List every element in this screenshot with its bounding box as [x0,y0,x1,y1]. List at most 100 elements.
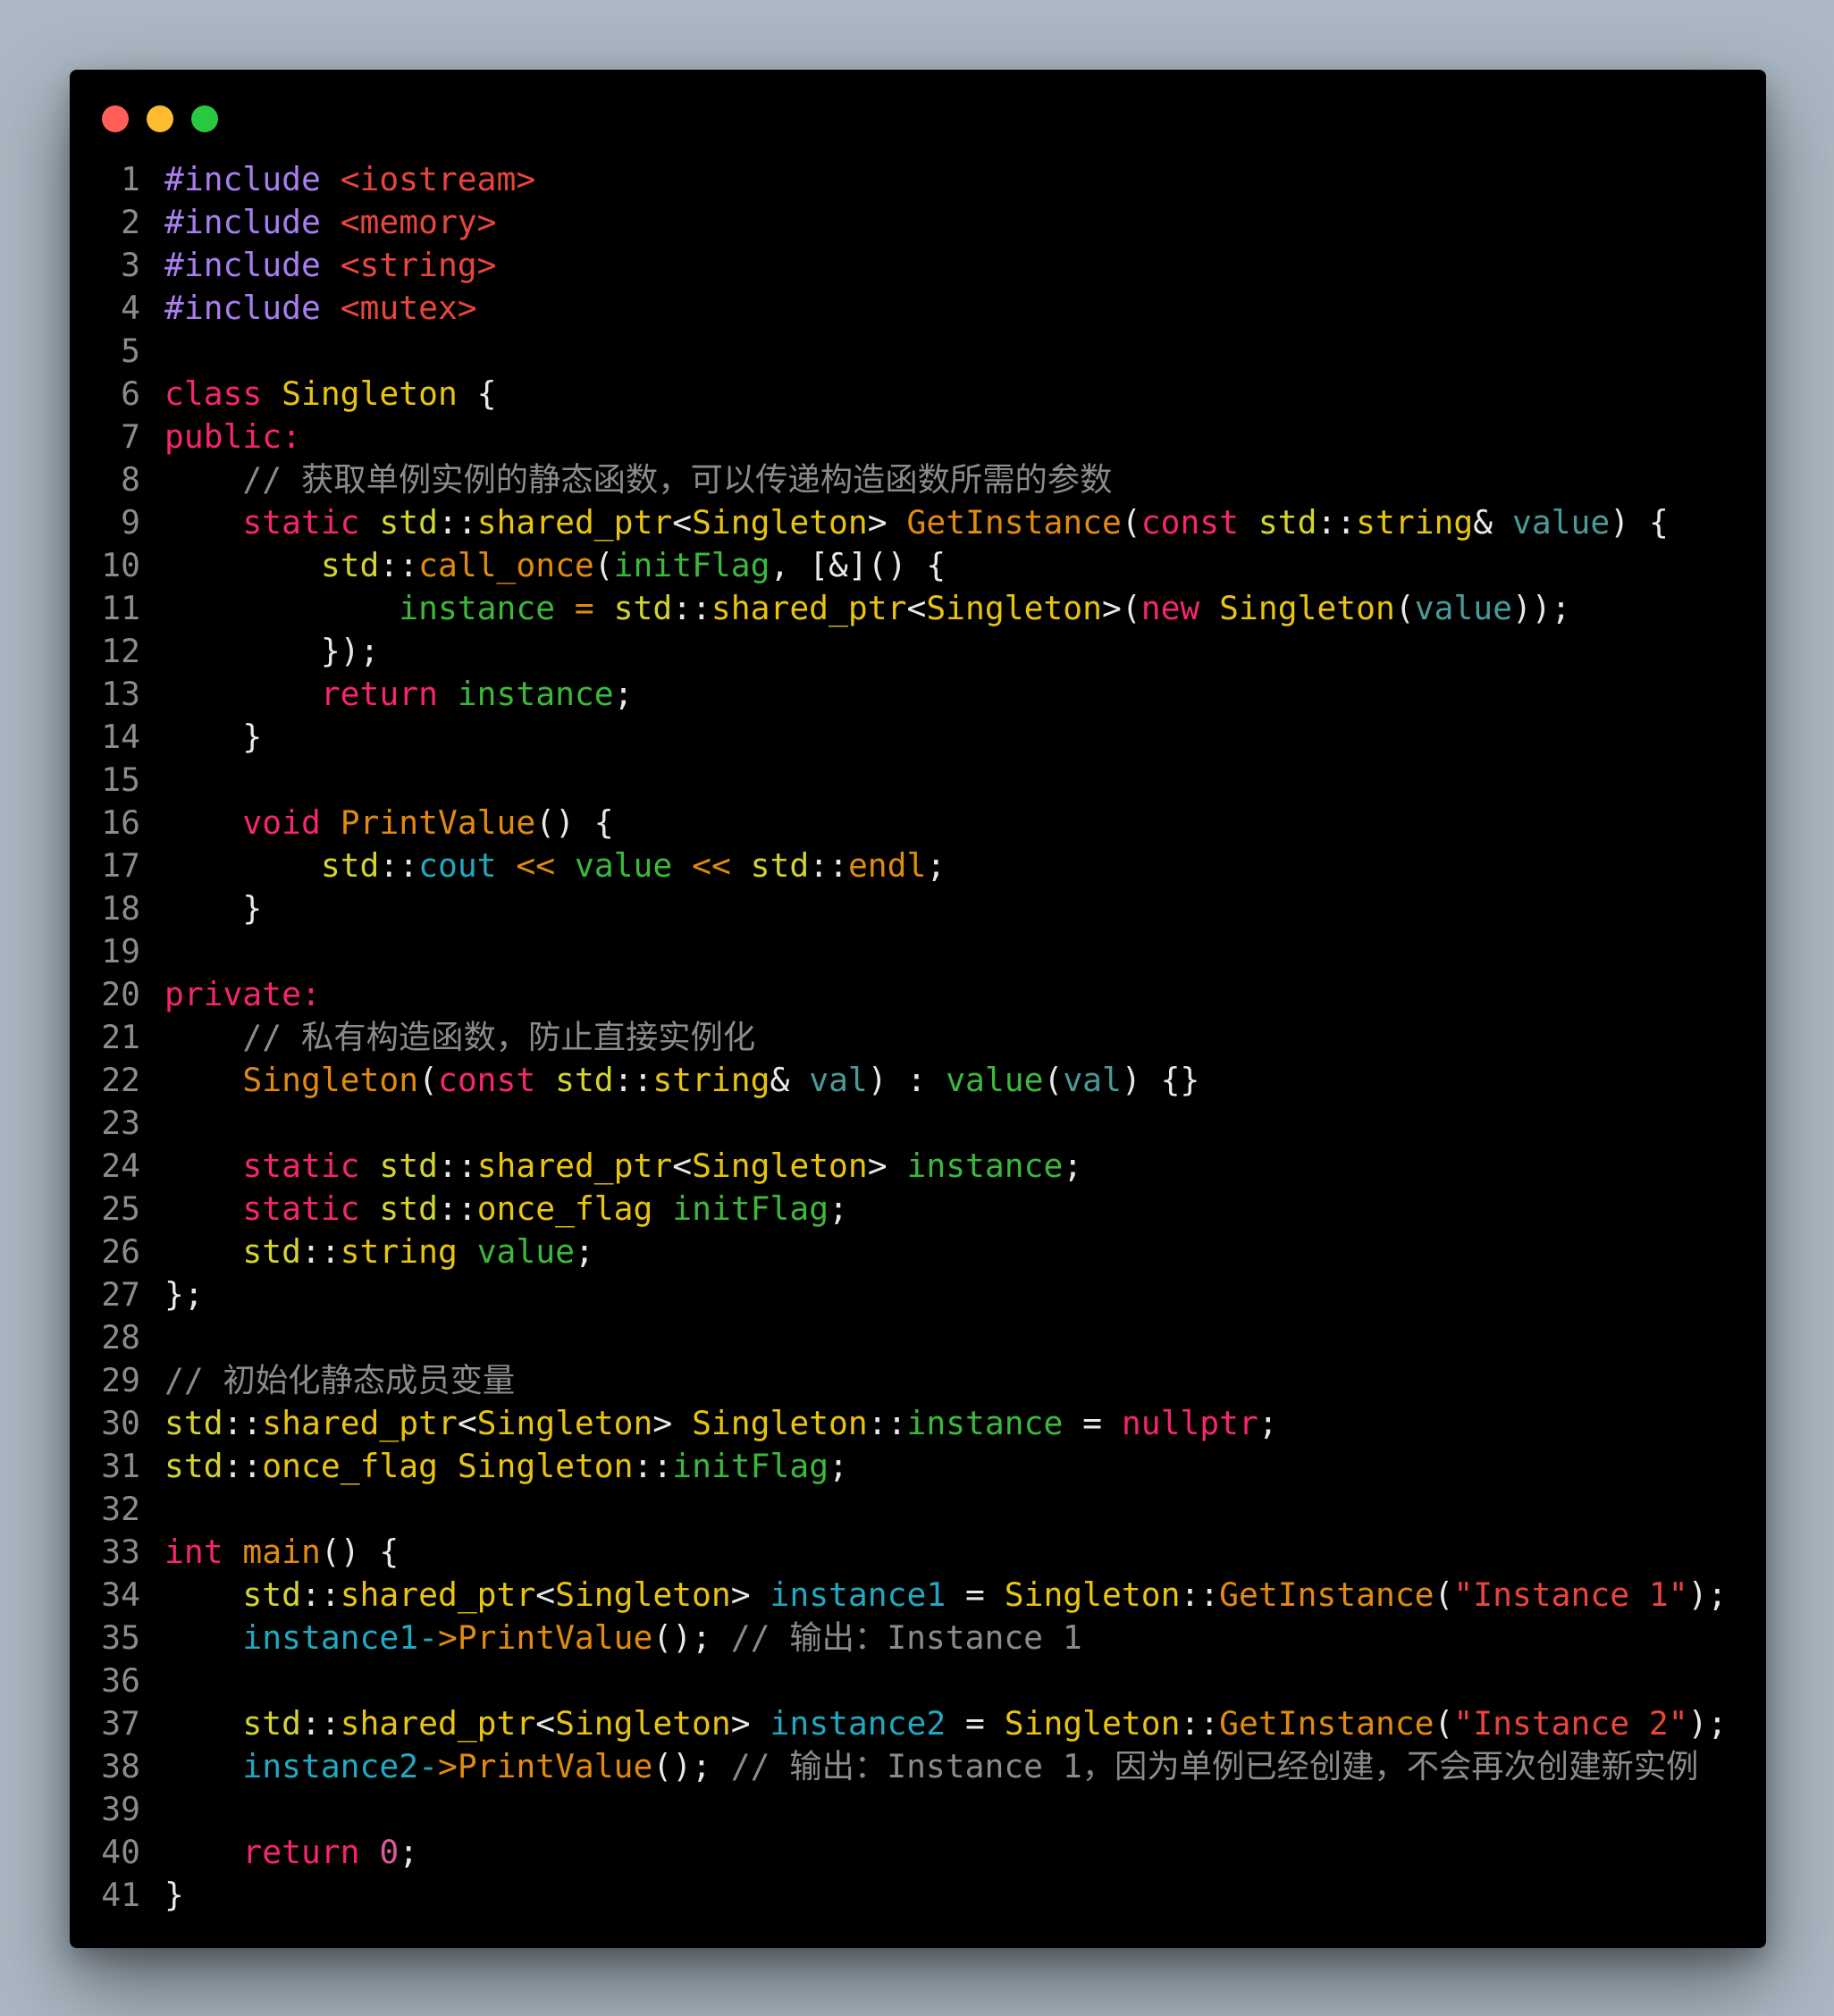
token-punc: () { [535,803,614,842]
line-number: 22 [101,1061,140,1099]
token-var: value [574,846,673,885]
token-cyan: cout [418,846,497,885]
token-type: Singleton [926,589,1102,627]
token-type: shared_ptr [711,589,907,627]
token-punc [555,589,575,627]
code-line: 23 [70,1102,1727,1145]
token-fn: GetInstance [1219,1704,1434,1743]
token-ns: std [164,1404,223,1442]
token-punc: ( [1043,1061,1064,1099]
token-punc [321,203,341,241]
line-number: 29 [101,1361,140,1399]
token-punc: < [672,503,693,542]
code-line: 41} [70,1874,1727,1917]
token-param: val [1063,1061,1122,1099]
line-number: 10 [101,546,140,584]
token-punc [164,1147,242,1185]
line-number: 20 [101,975,140,1013]
line-number: 37 [101,1704,140,1743]
token-ns: std [613,589,673,627]
maximize-button[interactable] [191,105,218,132]
token-punc: } [164,1876,184,1914]
line-content: instance1->PrintValue(); // 输出：Instance … [164,1617,1081,1659]
token-ns: std [379,1189,438,1228]
token-punc: < [457,1404,477,1442]
close-button[interactable] [102,105,129,132]
code-line: 30 std::shared_ptr<Singleton> Singleton::… [70,1402,1727,1445]
line-number: 33 [101,1533,140,1571]
token-kw: static [242,503,360,542]
line-number: 21 [101,1018,140,1056]
token-inc: <mutex> [340,289,477,327]
token-punc [164,1747,242,1785]
token-type: Singleton [1004,1575,1181,1614]
token-pre: #include [164,203,321,241]
token-cmt: // 获取单例实例的静态函数，可以传递构造函数所需的参数 [242,460,1113,499]
line-content: // 初始化静态成员变量 [164,1359,515,1402]
token-punc [321,289,341,327]
token-punc: = [946,1575,1005,1614]
token-kw: int [164,1533,223,1571]
token-punc: & [770,1061,810,1099]
token-cmt: // 私有构造函数，防止直接实例化 [242,1018,756,1056]
token-fn: PrintValue [340,803,536,842]
token-fn: endl [847,846,927,885]
token-pre: #include [164,246,321,284]
token-cyan: instance2- [242,1747,438,1785]
token-type: string [652,1061,770,1099]
token-punc: ; [574,1232,594,1271]
token-type: Singleton [476,1404,653,1442]
token-ns: std [320,546,380,584]
line-number: 19 [101,932,140,970]
token-punc [223,1533,243,1571]
line-number: 4 [121,289,140,327]
token-str: "Instance 2" [1453,1704,1688,1743]
token-pre: #include [164,160,321,198]
code-line: 15 [70,759,1727,802]
token-punc [1199,589,1219,627]
line-content: return 0; [164,1831,418,1874]
line-content: void PrintValue() { [164,802,614,844]
token-type: once_flag [476,1189,653,1228]
token-punc: = [1063,1404,1122,1442]
minimize-button[interactable] [147,105,173,132]
token-punc: :: [300,1575,341,1614]
line-number: 28 [101,1318,140,1357]
line-number: 34 [101,1575,140,1614]
token-punc [164,1061,242,1099]
token-punc [164,589,399,627]
token-type: Singleton [692,503,868,542]
line-number: 7 [121,417,140,456]
token-punc [164,1833,242,1871]
code-line: 4 #include <mutex> [70,287,1727,330]
token-punc [164,846,321,885]
token-punc: ) {} [1121,1061,1200,1099]
token-punc: ; [829,1189,848,1228]
token-var: value [476,1232,575,1271]
token-punc [1239,503,1258,542]
token-op: << [692,846,731,885]
token-var: instance [906,1147,1064,1185]
code-line: 12 }); [70,630,1727,673]
code-line: 34 std::shared_ptr<Singleton> instance1 … [70,1574,1727,1617]
code-line: 38 instance2->PrintValue(); // 输出：Instan… [70,1745,1727,1788]
code-line: 35 instance1->PrintValue(); // 输出：Instan… [70,1617,1727,1659]
token-punc: ( [1434,1704,1454,1743]
token-punc [164,460,242,499]
token-op: = [574,589,594,627]
line-number: 18 [101,889,140,928]
code-line: 29 // 初始化静态成员变量 [70,1359,1727,1402]
token-kw: const [437,1061,536,1099]
token-punc: ; [1063,1147,1083,1185]
line-content: std::shared_ptr<Singleton> instance1 = S… [164,1574,1727,1617]
token-fn: PrintValue [457,1618,653,1657]
code-line: 32 [70,1488,1727,1531]
line-number: 31 [101,1447,140,1485]
line-content: static std::shared_ptr<Singleton> GetIns… [164,501,1668,544]
token-punc: > [867,503,907,542]
token-punc: , [&]() { [770,546,946,584]
code-window: 1 #include <iostream> 2 #include <memory> 3 #… [70,70,1766,1948]
token-cyan: instance2 [770,1704,946,1743]
token-punc: > [652,1404,693,1442]
token-punc [321,160,341,198]
